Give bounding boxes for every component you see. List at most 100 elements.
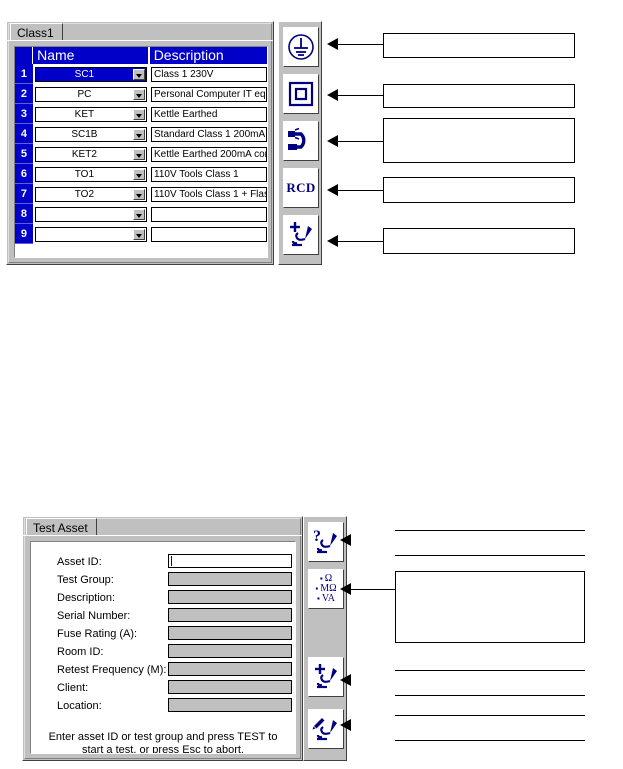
toolbar-button-query-appliance[interactable]: ? [308,522,344,562]
callout-arrow-7 [340,583,351,595]
form-field-row: Description: [31,590,295,607]
chevron-down-icon[interactable] [133,228,145,240]
name-combobox[interactable] [34,206,147,222]
field-input[interactable] [168,554,292,568]
callout-box-8 [395,670,585,696]
chevron-down-icon[interactable] [133,168,145,180]
callout-box-1 [383,33,575,58]
double-square-class2-icon [288,81,314,107]
table-row[interactable]: 1 SC1 Class 1 230V [15,64,267,84]
name-combobox-value: KET [74,108,95,120]
row-number: 7 [15,184,33,204]
name-combobox-value: PC [77,88,92,100]
field-input[interactable] [168,608,292,622]
rcd-icon: RCD [286,180,316,195]
row-number: 9 [15,224,33,244]
callout-box-2 [383,84,575,108]
table-row[interactable]: 3 KET Kettle Earthed [15,104,267,124]
field-input[interactable] [168,590,292,604]
row-number: 4 [15,124,33,144]
toolbar-button-earth-ground[interactable] [283,27,319,67]
callout-box-4 [383,177,575,203]
class-list-grid[interactable]: Name Description 1 SC1 Class 1 230V 2 PC Pers… [14,46,268,258]
field-input[interactable] [168,680,292,694]
field-input[interactable] [168,572,292,586]
chevron-down-icon[interactable] [133,188,145,200]
callout-leader-4 [338,190,383,191]
test-asset-hint-line-1: Enter asset ID or test group and press T… [48,731,278,743]
table-row[interactable]: 7 TO2 110V Tools Class 1 + Flash [15,184,267,204]
table-row[interactable]: 8 [15,204,267,224]
test-asset-tab-underline [23,535,302,536]
field-label: Location: [57,700,102,712]
table-row[interactable]: 5 KET2 Kettle Earthed 200mA cont [15,144,267,164]
table-row[interactable]: 6 TO1 110V Tools Class 1 [15,164,267,184]
class-list-body: 1 SC1 Class 1 230V 2 PC Personal Computer IT … [15,64,267,244]
edit-appliance-icon [312,718,337,741]
callout-arrow-2 [327,89,338,101]
column-header-description[interactable]: Description [149,47,267,64]
name-combobox-value: SC1 [74,68,95,80]
toolbar-button-extension-lead[interactable] [283,121,319,161]
callout-arrow-3 [327,135,338,147]
table-row[interactable]: 9 [15,224,267,244]
field-input[interactable] [168,626,292,640]
toolbar-button-rcd[interactable]: RCD [283,168,319,208]
field-label: Test Group: [57,574,114,586]
name-combobox[interactable] [34,226,147,242]
toolbar-button-measurements[interactable]: ▪ Ω ▪ MΩ ▪ VA [308,569,344,609]
form-field-row: Asset ID: [31,554,295,571]
name-combobox[interactable]: KET2 [34,146,147,162]
name-combobox[interactable]: TO1 [34,166,147,182]
test-asset-form: Asset ID: Test Group: Description: Serial N… [30,541,296,754]
chevron-down-icon[interactable] [133,128,145,140]
field-input[interactable] [168,644,292,658]
column-header-name[interactable]: Name [33,47,150,64]
field-label: Fuse Rating (A): [57,628,138,640]
description-field[interactable]: 110V Tools Class 1 [151,166,267,182]
field-label: Description: [57,592,116,604]
tab-test-asset[interactable]: Test Asset [26,518,97,536]
description-field[interactable] [151,206,267,222]
toolbar-button-add-asset[interactable] [308,657,344,697]
description-field[interactable] [151,226,267,242]
row-number: 8 [15,204,33,224]
name-combobox[interactable]: PC [34,86,147,102]
description-field[interactable]: 110V Tools Class 1 + Flash [151,186,267,202]
description-field[interactable]: Personal Computer IT equip [151,86,267,102]
field-input[interactable] [168,662,292,676]
extension-lead-icon [288,127,306,150]
chevron-down-icon[interactable] [133,208,145,220]
callout-arrow-8 [340,674,351,686]
callout-box-7 [395,571,585,643]
description-field[interactable]: Standard Class 1 200mA [151,126,267,142]
description-field[interactable]: Kettle Earthed [151,106,267,122]
svg-text:?: ? [313,528,321,545]
name-combobox[interactable]: SC1B [34,126,147,142]
description-field[interactable]: Class 1 230V [151,66,267,82]
toolbar-button-edit-asset[interactable] [308,709,344,749]
callout-box-3 [383,118,575,163]
table-row[interactable]: 4 SC1B Standard Class 1 200mA [15,124,267,144]
bullet-icon-2: ▪ [315,584,319,593]
name-combobox[interactable]: KET [34,106,147,122]
row-number: 2 [15,84,33,104]
test-asset-tab-strip: Test Asset [23,517,302,536]
chevron-down-icon[interactable] [133,88,145,100]
callout-leader-7 [351,589,396,590]
toolbar-button-add-appliance[interactable] [283,215,319,255]
bullet-icon-3: ▪ [317,594,320,603]
description-field[interactable]: Kettle Earthed 200mA cont [151,146,267,162]
row-number: 1 [15,64,33,84]
toolbar-button-class2[interactable] [283,74,319,114]
field-label: Client: [57,682,89,694]
name-combobox[interactable]: SC1 [34,66,147,82]
name-combobox[interactable]: TO2 [34,186,147,202]
chevron-down-icon[interactable] [133,148,145,160]
tab-class1[interactable]: Class1 [10,23,63,41]
chevron-down-icon[interactable] [133,68,145,80]
add-appliance-icon [315,664,337,689]
chevron-down-icon[interactable] [133,108,145,120]
field-input[interactable] [168,698,292,712]
table-row[interactable]: 2 PC Personal Computer IT equip [15,84,267,104]
